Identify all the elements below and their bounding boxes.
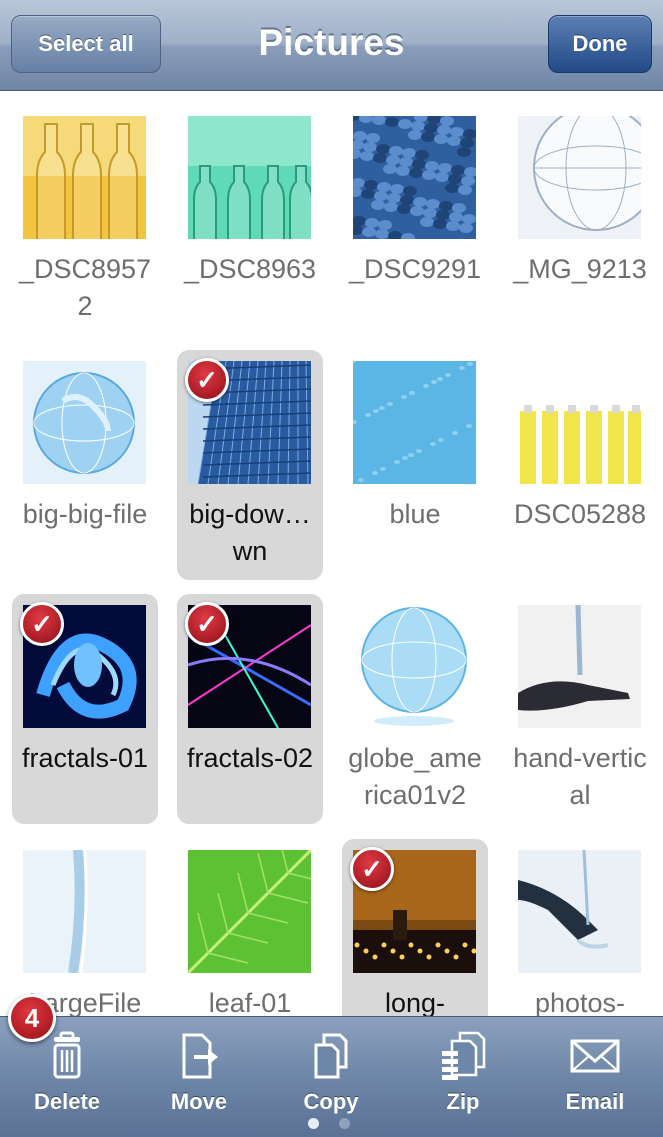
picture-item[interactable]: LargeFile (12, 839, 158, 1016)
picture-thumbnail (188, 116, 311, 239)
picture-label: globe_america01v2 (348, 743, 482, 810)
picture-thumbnail (518, 361, 641, 484)
done-button[interactable]: Done (548, 15, 652, 73)
picture-label: fractals-01 (21, 743, 149, 773)
picture-item[interactable]: ✓ long- (342, 839, 488, 1016)
picture-item[interactable]: ✓ fractals-01 (12, 594, 158, 824)
picture-item[interactable]: photos- (507, 839, 653, 1016)
picture-label: leaf-01 (208, 988, 292, 1016)
picture-thumbnail (23, 850, 146, 973)
move-label: Move (170, 1089, 228, 1114)
page-dot[interactable] (339, 1118, 350, 1129)
picture-thumbnail (353, 361, 476, 484)
zip-button[interactable]: Zip (397, 1017, 529, 1137)
move-button[interactable]: Move (133, 1017, 265, 1137)
page-indicator[interactable] (308, 1118, 350, 1129)
trash-icon (53, 1031, 81, 1079)
picture-thumbnail (353, 116, 476, 239)
picture-label: big-dow…wn (189, 499, 311, 566)
picture-thumbnail (518, 116, 641, 239)
picture-item[interactable]: hand-vertical (507, 594, 653, 824)
picture-thumbnail (188, 850, 311, 973)
zip-label: Zip (446, 1089, 480, 1114)
nav-bar: Select all Pictures Done (0, 0, 663, 91)
picture-label: _DSC89572 (18, 254, 152, 321)
picture-item[interactable]: _DSC89572 (12, 105, 158, 335)
zip-icon (442, 1031, 486, 1080)
picture-item[interactable]: ✓ fractals-02 (177, 594, 323, 824)
picture-label: fractals-02 (186, 743, 314, 773)
picture-item[interactable]: big-big-file (12, 350, 158, 580)
picture-thumbnail (23, 361, 146, 484)
page-dot[interactable] (308, 1118, 319, 1129)
copy-label: Copy (303, 1089, 359, 1114)
picture-grid: _DSC89572 _DSC8963 _DSC9291 _MG_9213 big-big… (0, 92, 663, 1016)
email-button[interactable]: Email (529, 1017, 661, 1137)
envelope-icon (570, 1039, 620, 1073)
copy-icon (314, 1033, 348, 1079)
picture-label: DSC05288 (513, 499, 647, 529)
picture-label: _DSC8963 (183, 254, 317, 284)
checkmark-icon: ✓ (20, 602, 64, 646)
picture-item[interactable]: leaf-01 (177, 839, 323, 1016)
picture-item[interactable]: ✓ big-dow…wn (177, 350, 323, 580)
picture-item[interactable]: _DSC9291 (342, 105, 488, 335)
picture-thumbnail (518, 605, 641, 728)
picture-label: _DSC9291 (348, 254, 482, 284)
checkmark-icon: ✓ (185, 358, 229, 402)
picture-label: big-big-file (22, 499, 148, 529)
picture-item[interactable]: blue (342, 350, 488, 580)
picture-thumbnail (23, 116, 146, 239)
picture-label: photos- (534, 988, 626, 1016)
checkmark-icon: ✓ (350, 847, 394, 891)
picture-item[interactable]: DSC05288 (507, 350, 653, 580)
picture-label: blue (389, 499, 441, 529)
move-file-icon (182, 1033, 218, 1079)
picture-label: hand-vertical (513, 743, 647, 810)
picture-item[interactable]: globe_america01v2 (342, 594, 488, 824)
picture-thumbnail (518, 850, 641, 973)
picture-thumbnail (353, 605, 476, 728)
delete-label: Delete (33, 1089, 101, 1114)
picture-label: _MG_9213 (513, 254, 647, 284)
checkmark-icon: ✓ (185, 602, 229, 646)
selection-count-badge: 4 (8, 994, 56, 1042)
picture-item[interactable]: _DSC8963 (177, 105, 323, 335)
picture-item[interactable]: _MG_9213 (507, 105, 653, 335)
picture-label: long- (384, 988, 446, 1016)
email-label: Email (565, 1089, 625, 1114)
